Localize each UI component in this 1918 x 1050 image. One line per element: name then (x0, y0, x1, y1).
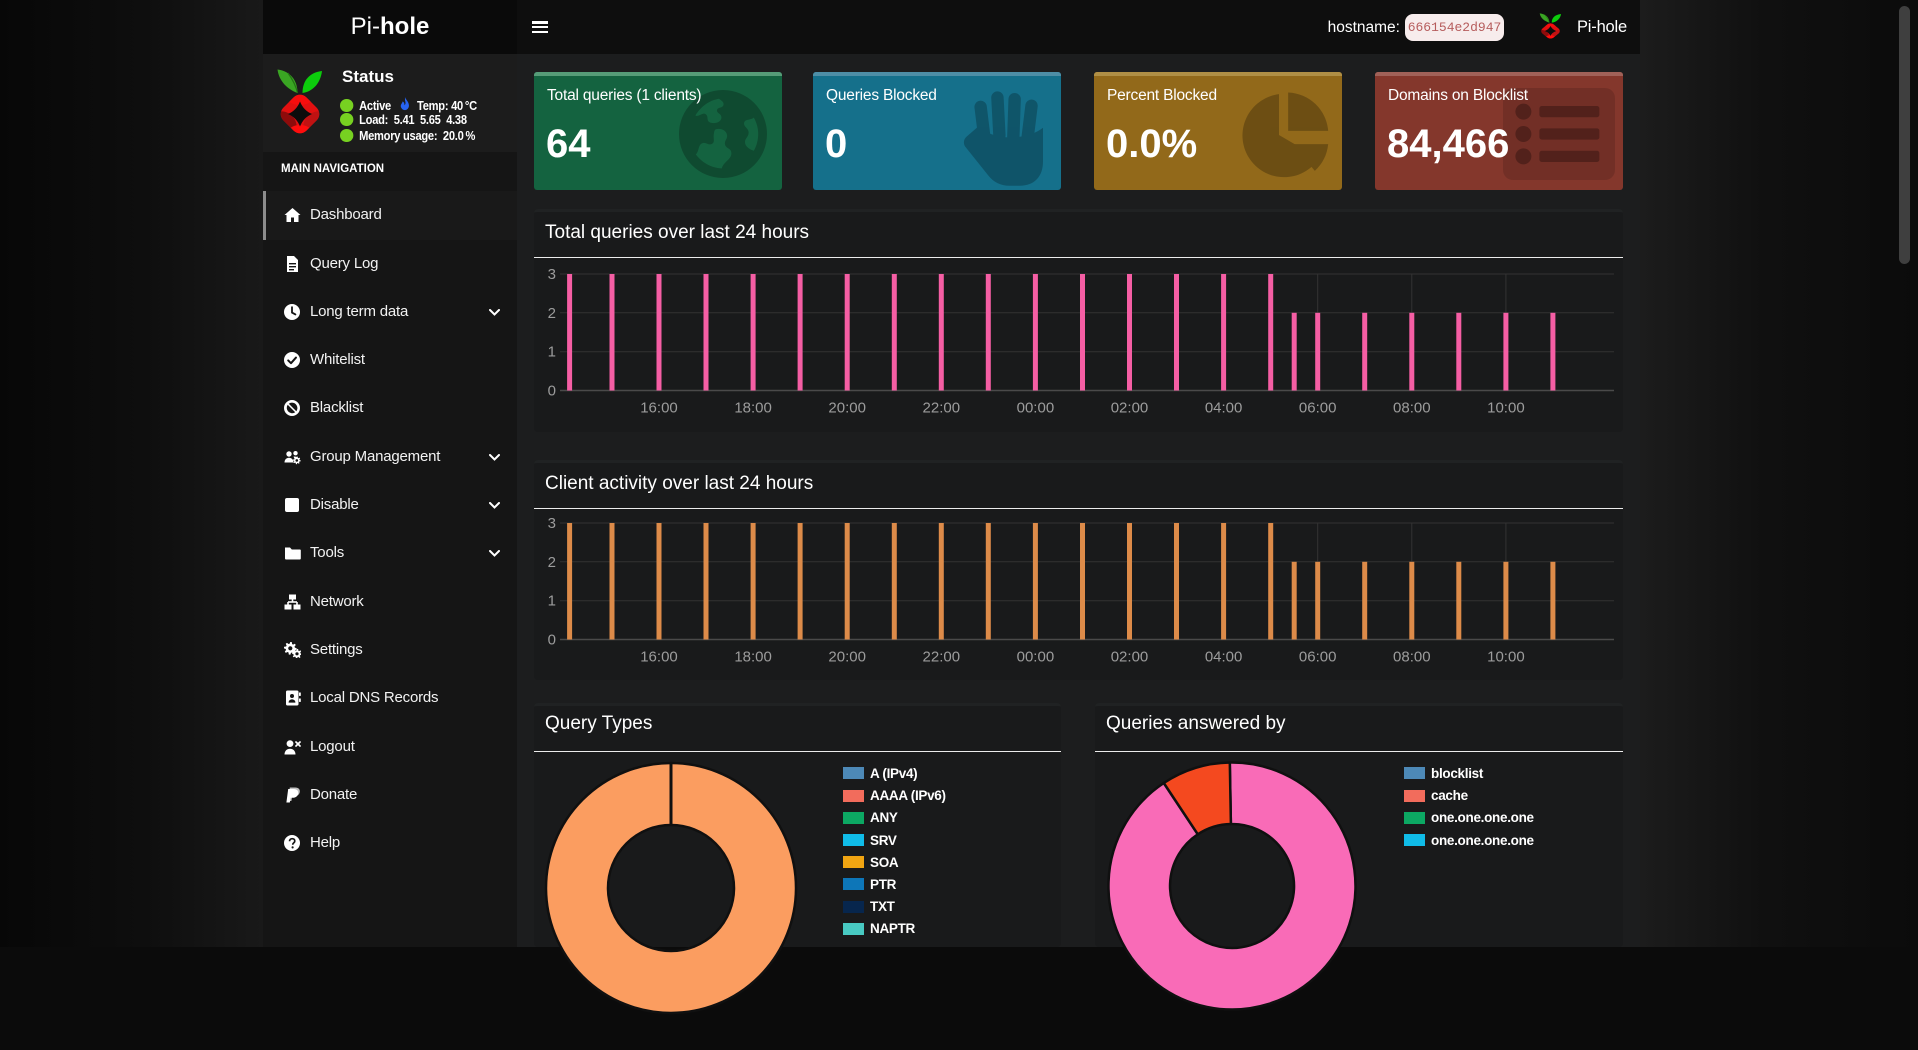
svg-text:0: 0 (548, 632, 556, 649)
svg-text:1: 1 (548, 344, 556, 361)
svg-text:20:00: 20:00 (828, 400, 866, 417)
svg-text:02:00: 02:00 (1111, 649, 1149, 666)
svg-text:18:00: 18:00 (734, 649, 772, 666)
svg-text:16:00: 16:00 (640, 400, 678, 417)
svg-text:2: 2 (548, 554, 556, 571)
svg-text:1: 1 (548, 593, 556, 610)
svg-text:10:00: 10:00 (1487, 400, 1525, 417)
svg-text:16:00: 16:00 (640, 649, 678, 666)
svg-text:06:00: 06:00 (1299, 649, 1337, 666)
svg-text:00:00: 00:00 (1017, 649, 1055, 666)
svg-text:2: 2 (548, 305, 556, 322)
svg-text:22:00: 22:00 (923, 400, 961, 417)
svg-text:22:00: 22:00 (923, 649, 961, 666)
svg-text:04:00: 04:00 (1205, 400, 1243, 417)
svg-text:00:00: 00:00 (1017, 400, 1055, 417)
svg-text:3: 3 (548, 515, 556, 532)
svg-text:0: 0 (548, 383, 556, 400)
svg-text:08:00: 08:00 (1393, 649, 1431, 666)
svg-text:10:00: 10:00 (1487, 649, 1525, 666)
svg-text:20:00: 20:00 (828, 649, 866, 666)
svg-text:06:00: 06:00 (1299, 400, 1337, 417)
svg-text:02:00: 02:00 (1111, 400, 1149, 417)
svg-text:04:00: 04:00 (1205, 649, 1243, 666)
svg-text:08:00: 08:00 (1393, 400, 1431, 417)
svg-text:18:00: 18:00 (734, 400, 772, 417)
svg-text:3: 3 (548, 266, 556, 283)
